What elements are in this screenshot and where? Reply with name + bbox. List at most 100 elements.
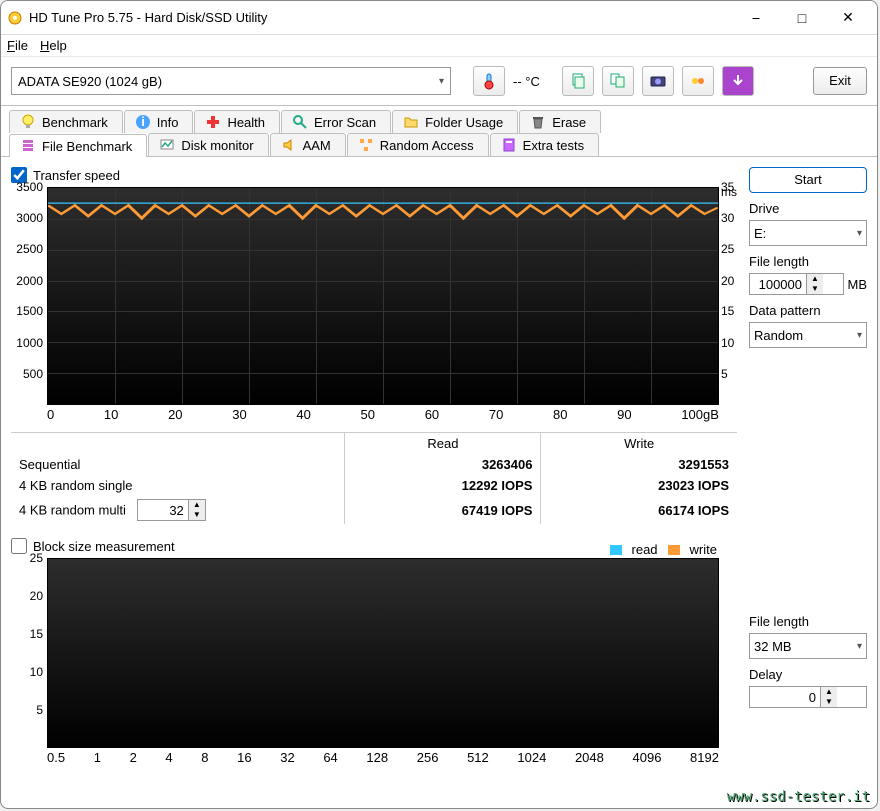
tab-folder-usage[interactable]: Folder Usage [392, 110, 518, 133]
results-row-random-single: 4 KB random single 12292 IOPS 23023 IOPS [11, 475, 737, 496]
copy-all-icon [609, 72, 627, 90]
copy-all-button[interactable] [602, 66, 634, 96]
block-size-section: Block size measurement MB/s read write 2… [11, 538, 737, 765]
file-length2-label: File length [749, 614, 867, 629]
svg-text:i: i [141, 114, 145, 129]
x-ticks: 0102030405060708090100gB [47, 405, 719, 422]
tab-file-benchmark[interactable]: File Benchmark [9, 134, 147, 157]
chevron-down-icon: ▾ [857, 330, 862, 341]
y-ticks-right: 35 30 25 20 15 10 5 [719, 187, 737, 405]
monitor-icon [159, 137, 175, 153]
block-size-checkbox[interactable] [11, 538, 27, 554]
tab-info[interactable]: iInfo [124, 110, 194, 133]
tab-aam[interactable]: AAM [270, 133, 346, 156]
file-length-field: File length ▲▼ MB [749, 254, 867, 295]
menubar: File Help [1, 35, 877, 57]
tab-benchmark[interactable]: Benchmark [9, 110, 123, 133]
file-length2-combo[interactable]: 32 MB▾ [749, 633, 867, 659]
delay-field: Delay ▲▼ [749, 667, 867, 708]
download-arrow-icon [729, 72, 747, 90]
file-length-input[interactable] [750, 277, 806, 292]
tab-random-access[interactable]: Random Access [347, 133, 489, 156]
minimize-button[interactable]: ⎯ [733, 3, 779, 33]
delay-spinner[interactable]: ▲▼ [749, 686, 867, 708]
transfer-chart [47, 187, 719, 405]
file-length-spinner[interactable]: ▲▼ [749, 273, 844, 295]
data-pattern-field: Data pattern Random▾ [749, 303, 867, 348]
screenshot-button[interactable] [642, 66, 674, 96]
maximize-button[interactable]: □ [779, 3, 825, 33]
random-icon [358, 137, 374, 153]
drive-select[interactable]: ADATA SE920 (1024 gB) ▾ [11, 67, 451, 95]
bulb-icon [20, 114, 36, 130]
file-length2-field: File length 32 MB▾ [749, 614, 867, 659]
results-row-random-multi: 4 KB random multi ▲▼ 67419 IOPS 66174 IO… [11, 496, 737, 524]
temperature-value: -- °C [513, 74, 540, 89]
block-x-ticks: 0.512481632641282565121024204840968192 [47, 748, 719, 765]
spinner-down-icon[interactable]: ▼ [807, 284, 823, 294]
copy-icon [569, 72, 587, 90]
toolbar: ADATA SE920 (1024 gB) ▾ -- °C Exit [1, 57, 877, 105]
block-chart-wrap: MB/s read write 25 20 15 10 5 [11, 558, 737, 765]
app-icon [7, 10, 23, 26]
drive-select-value: ADATA SE920 (1024 gB) [18, 74, 162, 89]
tabs-row1: Benchmark iInfo Health Error Scan Folder… [1, 106, 877, 156]
window-title: HD Tune Pro 5.75 - Hard Disk/SSD Utility [29, 10, 733, 25]
watermark: www.ssd-tester.it [727, 789, 870, 805]
close-button[interactable]: ✕ [825, 3, 871, 33]
delay-input[interactable] [750, 690, 820, 705]
block-legend: read write [610, 542, 717, 557]
right-sidebar: Start Drive E:▾ File length ▲▼ MB Data p… [749, 167, 867, 765]
results-row-sequential: Sequential 3263406 3291553 [11, 454, 737, 475]
transfer-speed-label: Transfer speed [33, 168, 120, 183]
menu-file[interactable]: File [7, 38, 28, 53]
titlebar: HD Tune Pro 5.75 - Hard Disk/SSD Utility… [1, 1, 877, 35]
calculator-icon [501, 137, 517, 153]
results-table: Read Write Sequential 3263406 3291553 4 … [11, 432, 737, 524]
transfer-speed-row: Transfer speed [11, 167, 737, 183]
spinner-down-icon[interactable]: ▼ [821, 697, 837, 707]
magnifier-icon [292, 114, 308, 130]
tab-error-scan[interactable]: Error Scan [281, 110, 391, 133]
tab-extra-tests[interactable]: Extra tests [490, 133, 599, 156]
multi-threads-input[interactable] [138, 503, 188, 518]
block-size-label: Block size measurement [33, 539, 175, 554]
speaker-icon [281, 137, 297, 153]
file-length-unit: MB [848, 277, 868, 292]
y-ticks-left: 3500 3000 2500 2000 1500 1000 500 [11, 187, 47, 405]
chevron-down-icon: ▾ [439, 76, 444, 87]
drive-combo[interactable]: E:▾ [749, 220, 867, 246]
thermometer-icon [480, 72, 498, 90]
file-benchmark-icon [20, 138, 36, 154]
save-button[interactable] [682, 66, 714, 96]
chevron-down-icon: ▾ [857, 228, 862, 239]
menu-help[interactable]: Help [40, 38, 67, 53]
file-benchmark-content: Transfer speed MB/s ms 3500 3000 2500 20… [1, 156, 877, 775]
data-pattern-combo[interactable]: Random▾ [749, 322, 867, 348]
block-chart [47, 558, 719, 748]
spinner-up-icon[interactable]: ▲ [189, 500, 205, 510]
camera-icon [649, 72, 667, 90]
temperature-button[interactable] [473, 66, 505, 96]
spinner-up-icon[interactable]: ▲ [807, 274, 823, 284]
options-button[interactable] [722, 66, 754, 96]
spinner-up-icon[interactable]: ▲ [821, 687, 837, 697]
drive-label: Drive [749, 201, 867, 216]
tab-disk-monitor[interactable]: Disk monitor [148, 133, 268, 156]
transfer-chart-wrap: MB/s ms 3500 3000 2500 2000 1500 1000 50… [11, 187, 737, 422]
legend-read-swatch [610, 545, 622, 555]
save-icon [689, 72, 707, 90]
delay-label: Delay [749, 667, 867, 682]
tab-erase[interactable]: Erase [519, 110, 601, 133]
spinner-down-icon[interactable]: ▼ [189, 510, 205, 520]
file-length-label: File length [749, 254, 867, 269]
tabs-area: Benchmark iInfo Health Error Scan Folder… [1, 105, 877, 775]
multi-threads-spinner[interactable]: ▲▼ [137, 499, 206, 521]
tab-health[interactable]: Health [194, 110, 280, 133]
copy-button[interactable] [562, 66, 594, 96]
start-button[interactable]: Start [749, 167, 867, 193]
folder-icon [403, 114, 419, 130]
exit-button[interactable]: Exit [813, 67, 867, 95]
drive-field: Drive E:▾ [749, 201, 867, 246]
app-window: HD Tune Pro 5.75 - Hard Disk/SSD Utility… [0, 0, 878, 809]
